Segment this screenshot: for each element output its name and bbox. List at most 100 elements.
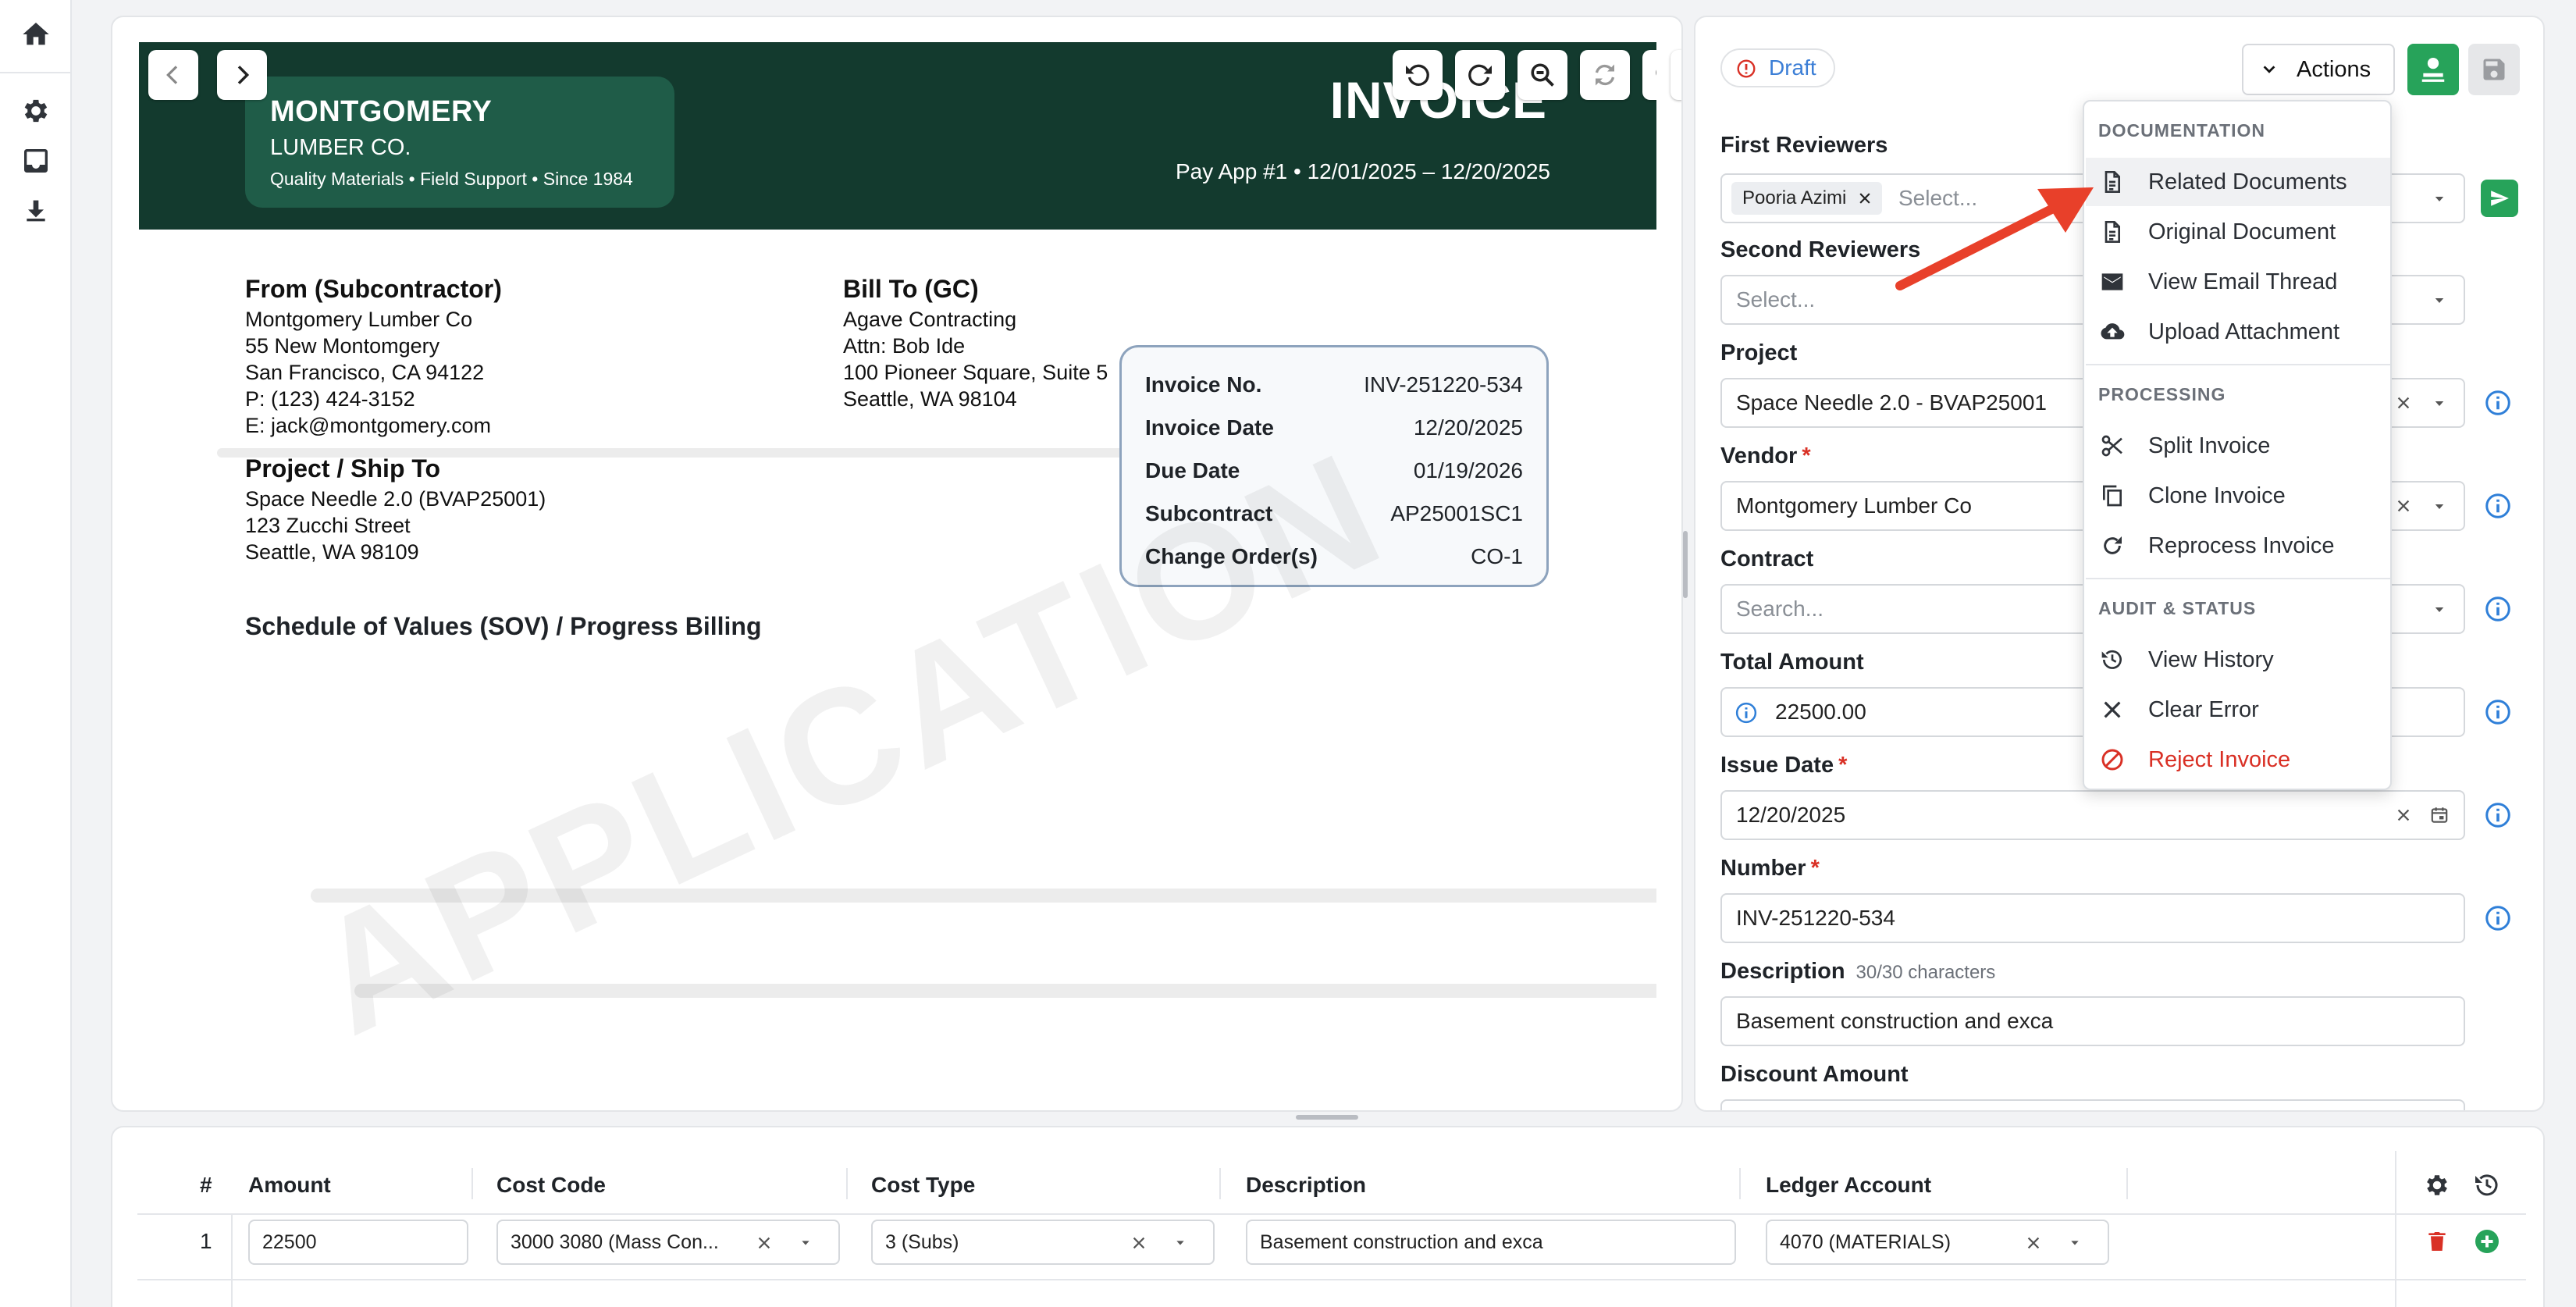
clear-icon[interactable] xyxy=(2395,497,2412,515)
menu-item-clone-invoice[interactable]: Clone Invoice xyxy=(2086,472,2390,520)
cost-code-select[interactable]: 3000 3080 (Mass Con... xyxy=(496,1220,840,1265)
vendor-value: Montgomery Lumber Co xyxy=(1736,493,1972,518)
info-icon xyxy=(1735,701,1758,725)
refresh-icon xyxy=(1595,64,1615,86)
caret-down-icon xyxy=(2432,192,2446,206)
pay-app-period: Pay App #1 • 12/01/2025 – 12/20/2025 xyxy=(1176,159,1550,183)
issue-date-label-text: Issue Date xyxy=(1720,753,1834,778)
column-separator xyxy=(2395,1151,2396,1307)
vertical-resize-handle[interactable] xyxy=(1683,531,1688,598)
previous-page-button[interactable] xyxy=(148,50,198,100)
description-input[interactable]: Basement construction and exca xyxy=(1246,1220,1736,1265)
project-line: 123 Zucchi Street xyxy=(245,514,411,537)
from-line: Montgomery Lumber Co xyxy=(245,308,473,331)
reset-view-button[interactable] xyxy=(1580,50,1630,100)
column-header-ledger-account: Ledger Account xyxy=(1766,1173,1932,1197)
chevron-down-icon xyxy=(2261,61,2278,78)
required-marker: * xyxy=(1810,856,1820,881)
copy-icon xyxy=(2100,483,2125,508)
number-value: INV-251220-534 xyxy=(1736,906,1895,930)
trash-icon[interactable] xyxy=(2425,1229,2450,1254)
menu-item-label: Split Invoice xyxy=(2148,433,2271,458)
clear-icon[interactable] xyxy=(2025,1234,2042,1252)
menu-item-related-documents[interactable]: Related Documents xyxy=(2086,158,2390,206)
info-icon[interactable] xyxy=(2484,595,2512,623)
rotate-left-button[interactable] xyxy=(1393,50,1443,100)
amount-input[interactable]: 22500 xyxy=(248,1220,468,1265)
gear-icon[interactable] xyxy=(20,95,52,126)
send-reviewers-button[interactable] xyxy=(2481,180,2518,217)
menu-item-label: Upload Attachment xyxy=(2148,319,2340,344)
home-icon[interactable] xyxy=(20,19,52,50)
clear-icon[interactable] xyxy=(1130,1234,1147,1252)
cost-type-value: 3 (Subs) xyxy=(885,1231,959,1253)
first-reviewers-label: First Reviewers xyxy=(1720,133,1888,158)
discount-amount-input[interactable] xyxy=(1720,1099,2465,1110)
menu-item-view-email-thread[interactable]: View Email Thread xyxy=(2086,258,2390,306)
info-icon[interactable] xyxy=(2484,389,2512,417)
cloud-upload-icon xyxy=(2100,319,2125,344)
clear-icon[interactable] xyxy=(2395,807,2412,824)
actions-button[interactable]: Actions xyxy=(2242,44,2395,95)
info-value: 01/19/2026 xyxy=(1413,458,1523,483)
cost-code-value: 3000 3080 (Mass Con... xyxy=(511,1231,719,1253)
vendor-tagline: Quality Materials • Field Support • Sinc… xyxy=(270,169,633,189)
next-page-button[interactable] xyxy=(217,50,267,100)
add-row-icon[interactable] xyxy=(2473,1227,2501,1255)
reviewer-chip-name: Pooria Azimi xyxy=(1742,187,1847,208)
menu-section-audit-status: AUDIT & STATUS xyxy=(2098,598,2257,618)
info-icon[interactable] xyxy=(2484,801,2512,829)
user-stamp-icon xyxy=(2421,57,2445,82)
description-input[interactable]: Basement construction and exca xyxy=(1720,996,2465,1046)
assign-user-button[interactable] xyxy=(2407,44,2459,95)
clear-icon[interactable] xyxy=(2395,394,2412,411)
menu-item-upload-attachment[interactable]: Upload Attachment xyxy=(2086,308,2390,356)
zoom-in-button[interactable] xyxy=(1642,50,1656,100)
info-icon[interactable] xyxy=(2484,904,2512,932)
second-reviewers-placeholder: Select... xyxy=(1736,287,1816,312)
vendor-logo-card: MONTGOMERY LUMBER CO. Quality Materials … xyxy=(245,77,674,208)
save-button[interactable] xyxy=(2468,44,2520,95)
issue-date-input[interactable]: 12/20/2025 xyxy=(1720,790,2465,840)
download-button[interactable] xyxy=(1670,50,1681,100)
menu-item-reprocess-invoice[interactable]: Reprocess Invoice xyxy=(2086,522,2390,570)
sov-title: Schedule of Values (SOV) / Progress Bill… xyxy=(245,612,762,640)
ledger-account-select[interactable]: 4070 (MATERIALS) xyxy=(1766,1220,2109,1265)
calendar-icon[interactable] xyxy=(2429,805,2450,825)
column-header-amount: Amount xyxy=(248,1173,331,1197)
inbox-icon[interactable] xyxy=(20,145,52,176)
download-icon[interactable] xyxy=(20,195,52,226)
zoom-out-button[interactable] xyxy=(1517,50,1567,100)
cost-type-select[interactable]: 3 (Subs) xyxy=(871,1220,1215,1265)
chip-remove-icon[interactable] xyxy=(1857,191,1873,206)
project-line: Space Needle 2.0 (BVAP25001) xyxy=(245,487,546,511)
menu-section-processing: PROCESSING xyxy=(2098,384,2226,404)
number-input[interactable]: INV-251220-534 xyxy=(1720,893,2465,943)
gear-icon[interactable] xyxy=(2423,1171,2451,1199)
caret-down-icon xyxy=(799,1237,812,1249)
clear-icon[interactable] xyxy=(756,1234,773,1252)
amount-value: 22500 xyxy=(262,1231,317,1253)
document-viewer: MONTGOMERY LUMBER CO. Quality Materials … xyxy=(111,16,1683,1112)
menu-item-split-invoice[interactable]: Split Invoice xyxy=(2086,422,2390,470)
info-value: CO-1 xyxy=(1471,543,1523,568)
bill-to-line: 100 Pioneer Square, Suite 5 xyxy=(843,361,1108,384)
rotate-right-button[interactable] xyxy=(1455,50,1505,100)
menu-item-original-document[interactable]: Original Document xyxy=(2086,208,2390,256)
menu-item-reject-invoice[interactable]: Reject Invoice xyxy=(2086,735,2390,784)
horizontal-resize-handle[interactable] xyxy=(1296,1115,1358,1120)
caret-down-icon xyxy=(1174,1237,1187,1249)
caret-down-icon xyxy=(2432,294,2446,308)
column-separator xyxy=(846,1168,848,1199)
history-icon xyxy=(2100,647,2125,672)
column-header-cost-type: Cost Type xyxy=(871,1173,976,1197)
contract-placeholder: Search... xyxy=(1736,597,1824,621)
issue-date-value: 12/20/2025 xyxy=(1736,803,1846,827)
menu-item-view-history[interactable]: View History xyxy=(2086,636,2390,684)
zoom-out-icon xyxy=(1531,63,1554,87)
info-icon[interactable] xyxy=(2484,698,2512,726)
history-icon[interactable] xyxy=(2473,1171,2501,1199)
menu-item-clear-error[interactable]: Clear Error xyxy=(2086,686,2390,734)
info-icon[interactable] xyxy=(2484,492,2512,520)
project-line: Seattle, WA 98109 xyxy=(245,540,419,564)
